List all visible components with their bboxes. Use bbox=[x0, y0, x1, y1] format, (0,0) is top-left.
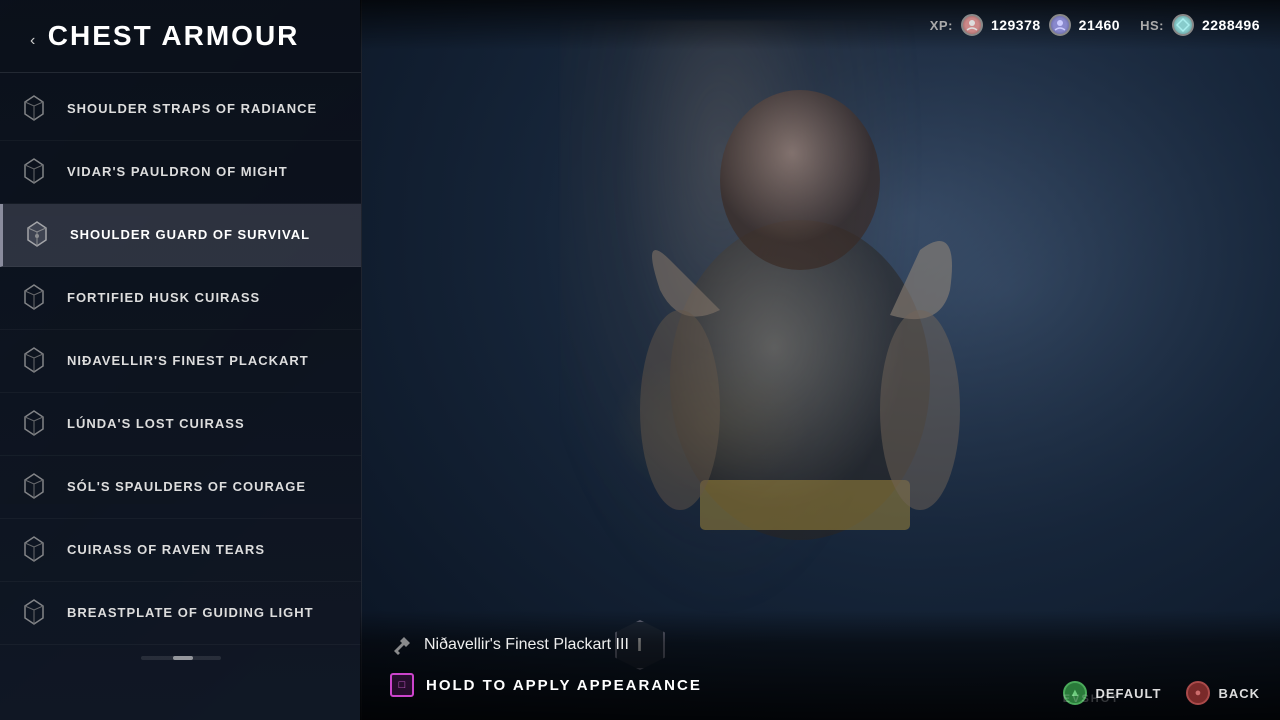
item-icon bbox=[15, 279, 53, 317]
item-name: NIÐAVELLIR'S FINEST PLACKART bbox=[67, 353, 309, 370]
kratos-icon bbox=[961, 14, 983, 36]
scroll-thumb bbox=[173, 656, 193, 660]
list-item[interactable]: NIÐAVELLIR'S FINEST PLACKART bbox=[0, 330, 361, 393]
xp-label: XP: bbox=[930, 18, 953, 33]
list-item[interactable]: CUIRASS OF RAVEN TEARS bbox=[0, 519, 361, 582]
item-name: VIDAR'S PAULDRON OF MIGHT bbox=[67, 164, 288, 181]
square-button-icon: □ bbox=[390, 673, 414, 697]
panel-title-area: ‹ CHEST ARMOUR bbox=[0, 0, 361, 73]
list-item[interactable]: SHOULDER STRAPS OF RADIANCE bbox=[0, 78, 361, 141]
page-title: CHEST ARMOUR bbox=[48, 20, 300, 51]
back-label: BACK bbox=[1218, 686, 1260, 701]
list-item[interactable]: SÓL'S SPAULDERS OF COURAGE bbox=[0, 456, 361, 519]
item-icon bbox=[15, 594, 53, 632]
item-name: SHOULDER STRAPS OF RADIANCE bbox=[67, 101, 317, 118]
back-button[interactable]: ● BACK bbox=[1186, 681, 1260, 705]
hud-bar: XP: 129378 21460 HS: 2288496 bbox=[360, 0, 1280, 50]
item-name: CUIRASS OF RAVEN TEARS bbox=[67, 542, 265, 559]
hs-group: HS: 2288496 bbox=[1140, 14, 1260, 36]
left-panel: ‹ CHEST ARMOUR SHOULDER STRAPS OF RADIAN… bbox=[0, 0, 362, 720]
hs-value: 2288496 bbox=[1202, 17, 1260, 33]
item-icon bbox=[18, 216, 56, 254]
action-label: HOLD TO APPLY APPEARANCE bbox=[426, 677, 702, 694]
preview-name-area: Niðavellir's Finest Plackart III bbox=[360, 633, 1280, 665]
item-icon bbox=[15, 342, 53, 380]
watermark: EVSHOT bbox=[1063, 693, 1120, 705]
hs-icon bbox=[1172, 14, 1194, 36]
item-name: BREASTPLATE OF GUIDING LIGHT bbox=[67, 605, 314, 622]
list-item[interactable]: VIDAR'S PAULDRON OF MIGHT bbox=[0, 141, 361, 204]
item-name: SÓL'S SPAULDERS OF COURAGE bbox=[67, 479, 306, 496]
atreus-xp: 21460 bbox=[1079, 17, 1120, 33]
preview-item-name: Niðavellir's Finest Plackart III bbox=[424, 636, 629, 654]
item-icon bbox=[15, 531, 53, 569]
atreus-icon bbox=[1049, 14, 1071, 36]
hs-label: HS: bbox=[1140, 18, 1164, 33]
item-icon bbox=[15, 153, 53, 191]
item-name: FORTIFIED HUSK CUIRASS bbox=[67, 290, 260, 307]
kratos-xp: 129378 bbox=[991, 17, 1041, 33]
list-item[interactable]: LÚNDA'S LOST CUIRASS bbox=[0, 393, 361, 456]
list-item-selected[interactable]: SHOULDER GUARD OF SURVIVAL bbox=[0, 204, 361, 267]
xp-group: XP: 129378 21460 bbox=[930, 14, 1120, 36]
hammer-icon bbox=[390, 633, 414, 657]
item-icon bbox=[15, 468, 53, 506]
list-item[interactable]: FORTIFIED HUSK CUIRASS bbox=[0, 267, 361, 330]
armour-list: SHOULDER STRAPS OF RADIANCE VIDAR'S PAUL… bbox=[0, 78, 361, 645]
scroll-track bbox=[141, 656, 221, 660]
item-name: LÚNDA'S LOST CUIRASS bbox=[67, 416, 245, 433]
back-arrow-icon: ‹ bbox=[30, 32, 35, 49]
item-icon bbox=[15, 405, 53, 443]
list-item[interactable]: BREASTPLATE OF GUIDING LIGHT bbox=[0, 582, 361, 645]
item-name: SHOULDER GUARD OF SURVIVAL bbox=[70, 227, 310, 244]
item-icon bbox=[15, 90, 53, 128]
circle-button-icon: ● bbox=[1186, 681, 1210, 705]
